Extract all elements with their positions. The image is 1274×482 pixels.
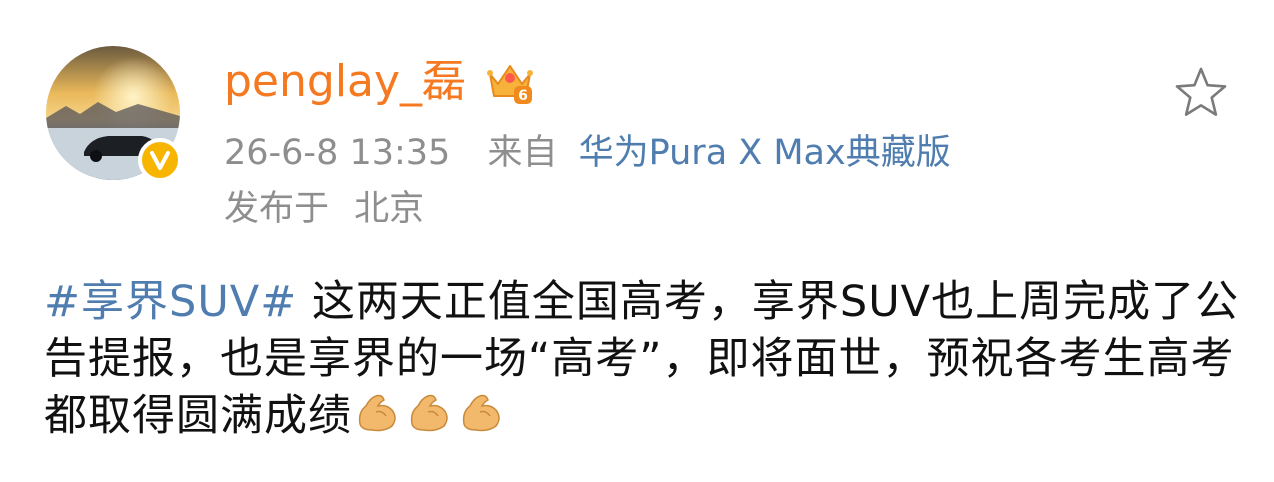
flexed-biceps-icon (410, 394, 448, 432)
location-prefix: 发布于 (224, 189, 330, 229)
username[interactable]: penglay_磊 (224, 52, 466, 112)
weibo-post: penglay_磊 6 26-6-8 13:35 来自 华为Pura X Max… (0, 0, 1274, 482)
star-outline-icon (1175, 67, 1227, 116)
username-row: penglay_磊 6 (224, 52, 536, 112)
post-location: 发布于 北京 (224, 186, 424, 232)
avatar-container[interactable] (46, 46, 182, 182)
from-label: 来自 (487, 133, 558, 173)
favorite-button[interactable] (1170, 62, 1232, 124)
flexed-biceps-icon (462, 394, 500, 432)
crown-icon[interactable]: 6 (484, 56, 536, 108)
hashtag-link[interactable]: #享界SUV# (44, 277, 297, 327)
flexed-biceps-icon (358, 394, 396, 432)
post-time: 26-6-8 13:35 (224, 133, 451, 173)
location-city: 北京 (354, 189, 425, 229)
post-content: #享界SUV# 这两天正值全国高考，享界SUV也上周完成了公告提报，也是享界的一… (44, 274, 1244, 445)
emoji-group (354, 390, 510, 434)
vip-level: 6 (518, 88, 528, 104)
verified-v-icon (138, 138, 182, 182)
device-link[interactable]: 华为Pura X Max典藏版 (579, 133, 951, 173)
post-meta: 26-6-8 13:35 来自 华为Pura X Max典藏版 (224, 130, 951, 176)
